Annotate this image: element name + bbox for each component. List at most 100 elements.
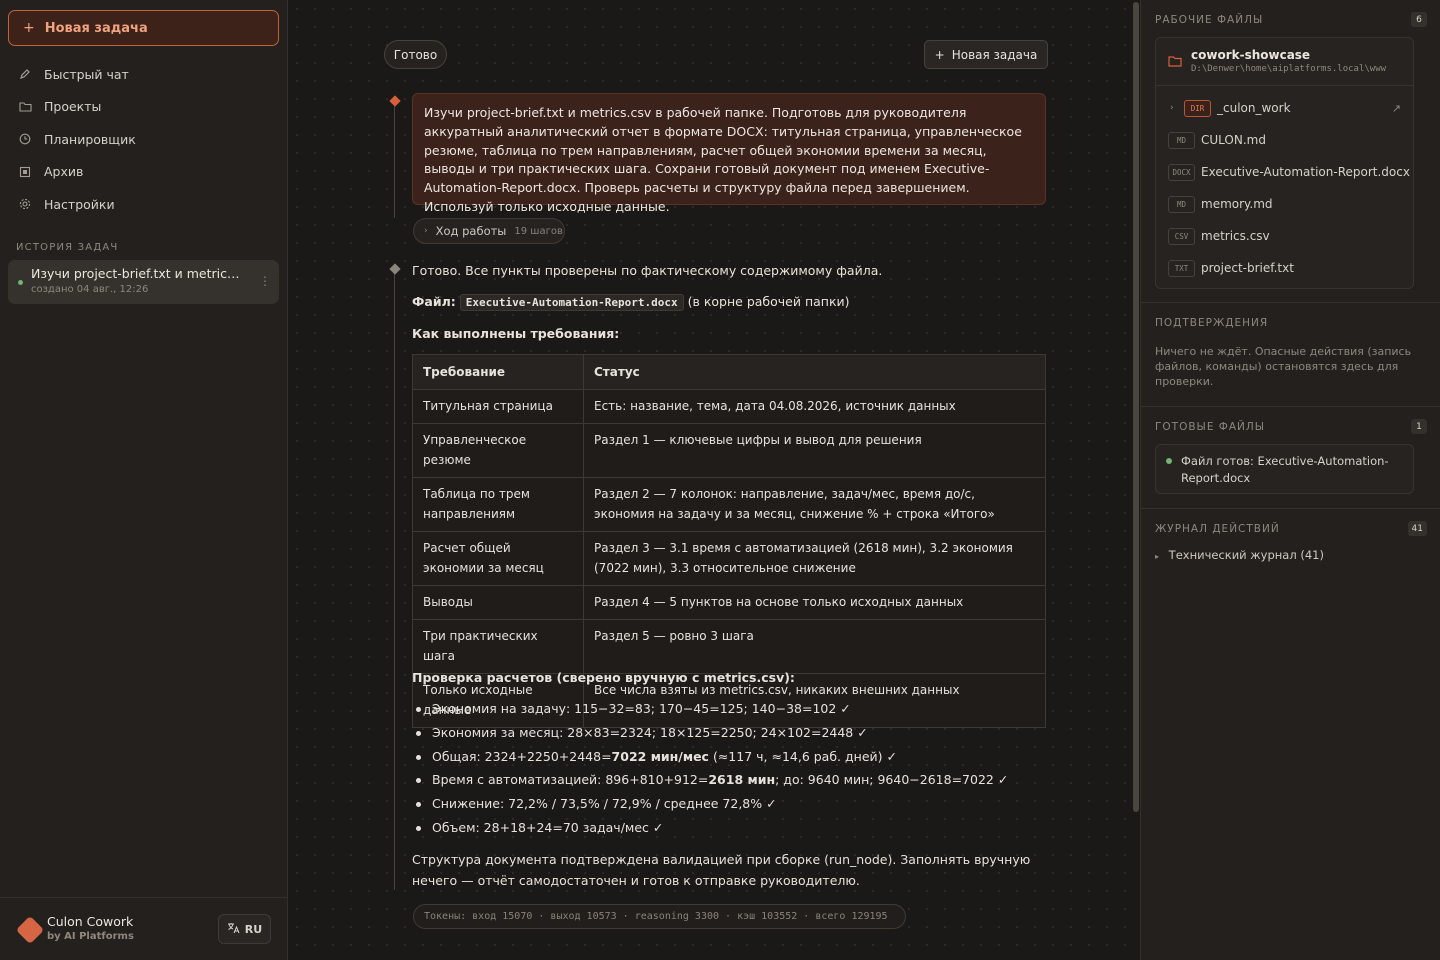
file-row[interactable]: MD CULON.md (1156, 124, 1413, 156)
reply-intro: Готово. Все пункты проверены по фактичес… (412, 263, 883, 278)
file-name: memory.md (1201, 197, 1273, 211)
user-marker-icon (389, 95, 401, 107)
table-row: Титульная страница Есть: название, тема,… (412, 388, 1046, 424)
folder-icon (18, 100, 32, 114)
history-heading: ИСТОРИЯ ЗАДАЧ (16, 242, 119, 253)
history-item[interactable]: Изучи project-brief.txt и metrics.csv в … (8, 260, 279, 304)
list-item: Время с автоматизацией: 896+810+912=2618… (412, 769, 1052, 793)
file-type-badge: DIR (1184, 99, 1211, 117)
table-cell: Раздел 5 — ровно 3 шага (583, 618, 1046, 674)
new-task-button[interactable]: + Новая задача (8, 10, 279, 46)
table-cell: Раздел 1 — ключевые цифры и вывод для ре… (583, 422, 1046, 478)
pencil-icon (18, 67, 32, 81)
file-row[interactable]: MD memory.md (1156, 188, 1413, 220)
sidebar-item-archive[interactable]: Архив (8, 156, 279, 189)
new-task-label: Новая задача (44, 20, 148, 36)
table-header-requirement: Требование (412, 354, 584, 390)
file-row[interactable]: TXT project-brief.txt (1156, 252, 1413, 284)
table-cell: Титульная страница (412, 388, 584, 424)
file-name-code: Executive-Automation-Report.docx (459, 294, 684, 311)
table-cell: Раздел 2 — 7 колонок: направление, задач… (583, 476, 1046, 532)
brand-logo (15, 915, 45, 945)
scrollbar[interactable] (1130, 0, 1140, 960)
progress-toggle[interactable]: › Ход работы 19 шагов (413, 218, 565, 244)
archive-icon (18, 165, 32, 179)
table-cell: Раздел 3 — 3.1 время с автоматизацией (2… (583, 530, 1046, 586)
ready-file-text: Файл готов: Executive-Automation-Report.… (1181, 454, 1389, 485)
sidebar-item-quick-chat[interactable]: Быстрый чат (8, 58, 279, 91)
files-panel: cowork-showcase D:\Denwer\home\aiplatfor… (1155, 37, 1414, 289)
table-row: Расчет общей экономии за месяц Раздел 3 … (412, 530, 1046, 586)
new-task-top-label: Новая задача (951, 47, 1038, 62)
conversation-area: Готово + Новая задача Изучи project-brie… (288, 0, 1140, 960)
clock-icon (18, 132, 32, 146)
table-cell: Выводы (412, 584, 584, 620)
table-header-row: Требование Статус (412, 354, 1046, 390)
table-cell: Раздел 4 — 5 пунктов на основе только ис… (583, 584, 1046, 620)
ready-files-count: 1 (1411, 419, 1427, 434)
sidebar: + Новая задача Быстрый чат Проекты Плани… (0, 0, 288, 960)
assistant-marker-icon (389, 263, 401, 275)
table-row: Управленческое резюме Раздел 1 — ключевы… (412, 422, 1046, 478)
file-type-badge: CSV (1168, 227, 1195, 245)
triangle-right-icon: ▸ (1155, 552, 1160, 561)
scrollbar-thumb[interactable] (1133, 2, 1139, 812)
table-row: Три практических шага Раздел 5 — ровно 3… (412, 618, 1046, 674)
progress-steps: 19 шагов (514, 225, 563, 237)
sidebar-footer: Culon Cowork by AI Platforms RU (0, 897, 288, 960)
brand: Culon Cowork by AI Platforms (47, 914, 134, 942)
language-label: RU (244, 922, 263, 936)
list-item: Экономия за месяц: 28×83=2324; 18×125=22… (412, 722, 1052, 746)
technical-log-label: Технический журнал (41) (1168, 548, 1324, 562)
file-type-badge: DOCX (1168, 163, 1195, 181)
files-title: РАБОЧИЕ ФАЙЛЫ (1155, 14, 1264, 26)
table-row: Выводы Раздел 4 — 5 пунктов на основе то… (412, 584, 1046, 620)
sidebar-item-projects[interactable]: Проекты (8, 91, 279, 124)
plus-icon: + (934, 47, 945, 62)
table-cell: Три практических шага (412, 618, 584, 674)
sidebar-item-scheduler[interactable]: Планировщик (8, 123, 279, 156)
journal-count: 41 (1407, 521, 1427, 536)
token-usage: Токены: вход 15070 · выход 10573 · reaso… (413, 904, 906, 929)
file-name: project-brief.txt (1201, 261, 1294, 275)
status-dot (18, 280, 23, 285)
status-dot (1166, 458, 1172, 464)
gear-icon (18, 197, 32, 211)
more-vertical-icon[interactable]: ⋮ (259, 274, 271, 288)
list-item: Общая: 2324+2250+2448=7022 мин/мес (≈117… (412, 746, 1052, 770)
file-name: Executive-Automation-Report.docx (1201, 165, 1410, 179)
timeline-line (394, 270, 395, 890)
new-task-top-button[interactable]: + Новая задача (924, 40, 1048, 69)
divider (1141, 302, 1440, 303)
history-item-subtitle: создано 04 авг., 12:26 (31, 284, 149, 295)
plus-icon: + (23, 20, 35, 36)
table-cell: Таблица по трем направлениям (412, 476, 584, 532)
timeline-line (394, 101, 395, 218)
table-cell: Расчет общей экономии за месяц (412, 530, 584, 586)
file-note: (в корне рабочей папки) (687, 294, 850, 309)
file-name: _culon_work (1217, 101, 1291, 115)
reply-file-line: Файл: Executive-Automation-Report.docx (… (412, 293, 1052, 312)
history-item-title: Изучи project-brief.txt и metrics.csv в … (31, 266, 246, 281)
sidebar-item-label: Проекты (44, 99, 102, 115)
technical-log-toggle[interactable]: ▸ Технический журнал (41) (1155, 548, 1324, 562)
confirmations-heading: ПОДТВЕРЖДЕНИЯ (1155, 317, 1269, 329)
open-external-icon[interactable]: ↗ (1392, 102, 1401, 115)
file-row-dir[interactable]: › DIR _culon_work ↗ (1156, 92, 1413, 124)
file-row[interactable]: CSV metrics.csv (1156, 220, 1413, 252)
project-header[interactable]: cowork-showcase D:\Denwer\home\aiplatfor… (1156, 38, 1413, 86)
requirements-heading: Как выполнены требования: (412, 326, 620, 341)
file-type-badge: MD (1168, 195, 1195, 213)
translate-icon (227, 922, 240, 937)
chevron-right-icon: › (424, 226, 428, 236)
progress-label: Ход работы (435, 224, 507, 238)
file-type-badge: TXT (1168, 259, 1195, 277)
table-row: Таблица по трем направлениям Раздел 2 — … (412, 476, 1046, 532)
language-button[interactable]: RU (218, 914, 271, 944)
file-row[interactable]: DOCX Executive-Automation-Report.docx (1156, 156, 1413, 188)
check-list: Экономия на задачу: 115−32=83; 170−45=12… (412, 698, 1052, 841)
table-cell: Есть: название, тема, дата 04.08.2026, и… (583, 388, 1046, 424)
sidebar-item-settings[interactable]: Настройки (8, 188, 279, 221)
divider (1141, 508, 1440, 509)
ready-file-item[interactable]: Файл готов: Executive-Automation-Report.… (1155, 444, 1414, 494)
